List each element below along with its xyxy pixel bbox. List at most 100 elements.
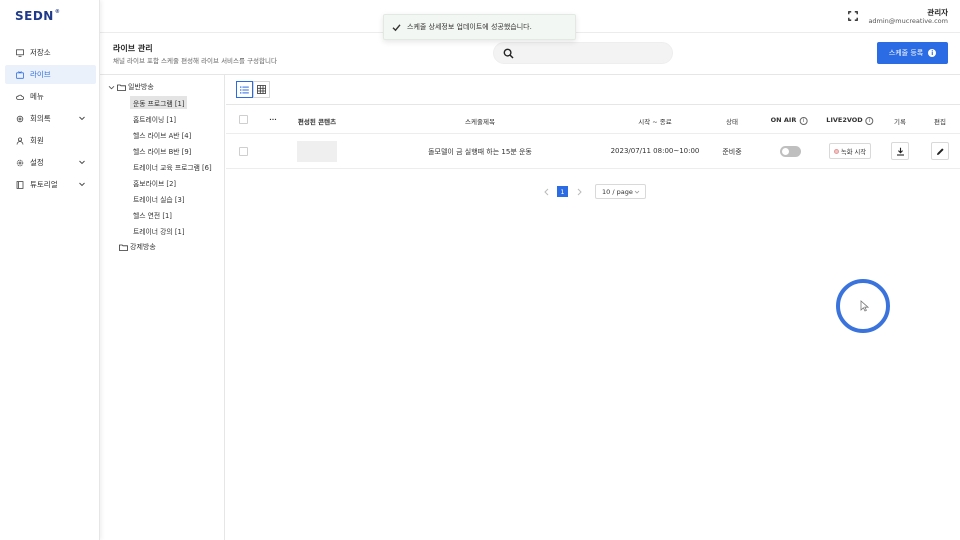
schedule-title[interactable]: 돌모델이 금 실행때 하는 15분 운동 xyxy=(428,147,532,157)
pencil-icon xyxy=(936,147,944,155)
page-size-select[interactable]: 10 / page xyxy=(595,184,646,199)
table-grid-icon xyxy=(257,85,266,94)
time-header: 시작 ~ 종료 xyxy=(638,118,672,126)
select-all-checkbox[interactable] xyxy=(239,115,248,124)
chevron-down-icon xyxy=(79,182,85,187)
sidebar-item-storage[interactable]: 저장소 xyxy=(5,43,96,62)
info-icon[interactable]: i xyxy=(928,49,937,57)
more-header[interactable]: ... xyxy=(269,114,276,122)
edit-header: 편집 xyxy=(934,118,946,126)
user-icon xyxy=(16,136,24,145)
sidebar-item-label: 튜토리얼 xyxy=(30,180,58,189)
schedule-time: 2023/07/11 08:00~10:00 xyxy=(610,147,700,155)
tree-item[interactable]: 헬스 라이브 B반 [9] xyxy=(130,144,194,157)
sidebar-item-label: 저장소 xyxy=(30,48,51,57)
cloud-icon xyxy=(16,93,24,101)
search-input[interactable] xyxy=(519,46,664,60)
sidebar-item-tutorial[interactable]: 튜토리얼 xyxy=(5,175,96,194)
toast-message: 스케줄 상세정보 업데이트에 성공했습니다. xyxy=(407,23,532,31)
tree-item[interactable]: 헬스 라이브 A반 [4] xyxy=(130,128,194,141)
tree-item[interactable]: 트레이너 교육 프로그램 [6] xyxy=(130,160,215,173)
folder-icon xyxy=(119,244,128,251)
tree-item[interactable]: 홈트레이닝 [1] xyxy=(130,112,179,125)
status-text: 준비중 xyxy=(722,148,742,156)
tree-root-label: 강제방송 xyxy=(130,243,156,251)
info-icon[interactable]: i xyxy=(799,117,808,125)
chevron-down-icon xyxy=(634,190,640,194)
search-bar[interactable] xyxy=(493,42,673,64)
content-thumbnail[interactable] xyxy=(297,141,337,162)
download-icon xyxy=(896,147,904,156)
table-top-border xyxy=(226,104,960,105)
live2vod-header: LIVE2VOD i xyxy=(826,116,874,125)
download-button[interactable] xyxy=(891,142,909,160)
mouse-cursor-icon xyxy=(860,300,869,312)
record-dot-icon xyxy=(833,148,839,154)
channel-tree: 일반방송 운동 프로그램 [1] 홈트레이닝 [1] 헬스 라이브 A반 [4]… xyxy=(101,75,225,540)
tree-root-forced[interactable]: 강제방송 xyxy=(119,242,156,252)
tree-item[interactable]: 헬스 연전 [1] xyxy=(130,208,175,221)
chevron-left-icon xyxy=(543,188,548,195)
on-air-toggle[interactable] xyxy=(780,146,801,157)
on-air-header-label: ON AIR xyxy=(770,116,797,124)
list-view-button[interactable] xyxy=(236,81,253,98)
monitor-icon xyxy=(16,48,24,57)
gear-icon xyxy=(16,115,24,123)
caret-down-icon[interactable] xyxy=(108,84,115,91)
status-header: 상태 xyxy=(726,118,738,126)
success-toast: 스케줄 상세정보 업데이트에 성공했습니다. xyxy=(383,14,576,40)
record-header: 기록 xyxy=(894,118,906,126)
view-toggle xyxy=(236,81,270,98)
header-divider xyxy=(100,74,960,75)
page-size-value: 10 / page xyxy=(602,187,633,196)
tree-item[interactable]: 트레이너 강의 [1] xyxy=(130,224,187,237)
page-number-current[interactable]: 1 xyxy=(557,186,568,197)
start-recording-button[interactable]: 녹화 시작 xyxy=(829,143,871,159)
grid-view-button[interactable] xyxy=(253,81,270,98)
row-divider xyxy=(226,168,960,169)
sidebar-item-label: 회의록 xyxy=(30,114,51,123)
list-icon xyxy=(240,86,249,93)
register-schedule-label: 스케줄 등록 xyxy=(888,49,924,57)
register-schedule-button[interactable]: 스케줄 등록 i xyxy=(877,42,948,64)
sidebar: SEDN® 저장소 라이브 메뉴 회의록 회원 설정 튜토리얼 xyxy=(0,0,100,540)
chevron-right-icon xyxy=(577,188,582,195)
content-header: 편성된 콘텐츠 xyxy=(297,118,337,126)
settings-icon xyxy=(16,159,24,167)
sidebar-item-minutes[interactable]: 회의록 xyxy=(5,109,96,128)
row-checkbox[interactable] xyxy=(239,147,248,156)
fullscreen-icon[interactable] xyxy=(848,11,858,21)
search-icon[interactable] xyxy=(503,48,514,59)
sidebar-item-label: 회원 xyxy=(30,136,44,145)
sidebar-item-members[interactable]: 회원 xyxy=(5,131,96,150)
page-title: 라이브 관리 xyxy=(113,44,153,53)
sidebar-item-live[interactable]: 라이브 xyxy=(5,65,96,84)
check-icon xyxy=(392,23,401,31)
pagination: 1 10 / page xyxy=(540,184,646,199)
edit-button[interactable] xyxy=(931,142,949,160)
live-tv-icon xyxy=(16,70,24,79)
chevron-down-icon xyxy=(79,116,85,121)
book-icon xyxy=(16,180,24,189)
user-email: admin@mucreative.com xyxy=(868,17,948,25)
tree-root-general[interactable]: 일반방송 xyxy=(108,82,154,92)
sidebar-item-label: 메뉴 xyxy=(30,92,44,101)
sidebar-item-label: 라이브 xyxy=(30,70,51,79)
chevron-down-icon xyxy=(79,160,85,165)
sidebar-nav: 저장소 라이브 메뉴 회의록 회원 설정 튜토리얼 xyxy=(5,43,96,197)
folder-open-icon xyxy=(117,84,126,91)
brand-logo[interactable]: SEDN® xyxy=(15,9,60,23)
tree-item[interactable]: 트레이너 실습 [3] xyxy=(130,192,187,205)
title-header: 스케줄제목 xyxy=(465,118,495,126)
page-subtitle: 채널 라이브 포함 스케줄 편성해 라이브 서비스를 구성합니다 xyxy=(113,57,277,65)
sidebar-item-settings[interactable]: 설정 xyxy=(5,153,96,172)
tree-item[interactable]: 운동 프로그램 [1] xyxy=(130,96,188,109)
sidebar-item-menu[interactable]: 메뉴 xyxy=(5,87,96,106)
next-page-button[interactable] xyxy=(573,186,585,198)
on-air-header: ON AIR i xyxy=(771,116,808,125)
tree-item[interactable]: 홈보라이브 [2] xyxy=(130,176,179,189)
prev-page-button[interactable] xyxy=(540,186,552,198)
tree-root-label: 일반방송 xyxy=(128,83,154,91)
info-icon[interactable]: i xyxy=(865,117,874,125)
header-row-divider xyxy=(226,133,960,134)
